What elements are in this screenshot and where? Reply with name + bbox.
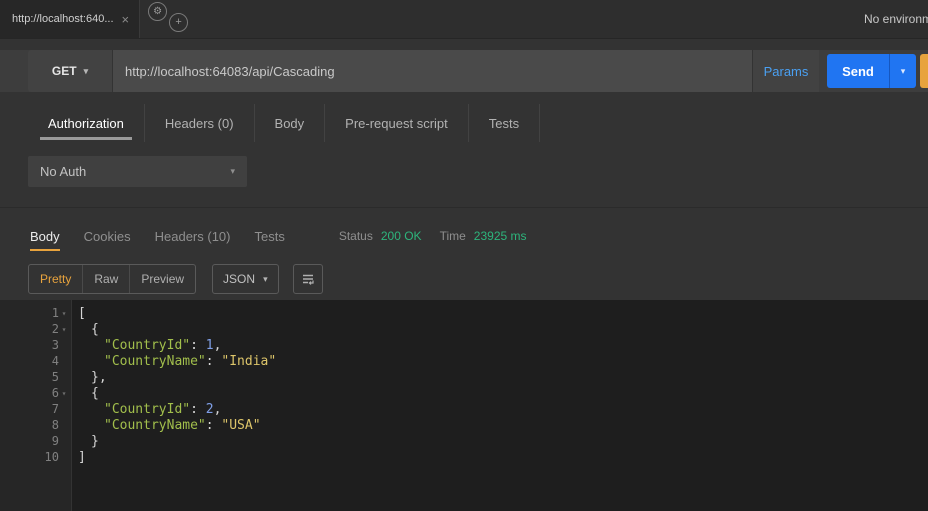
auth-type-dropdown[interactable]: No Auth ▾	[28, 156, 247, 187]
request-bar: GET ▾ Params Send ▾	[0, 50, 928, 92]
code-line: {	[72, 321, 928, 337]
send-button[interactable]: Send	[827, 54, 889, 88]
response-body-viewer: 1▾2▾3456▾78910 [{"CountryId": 1,"Country…	[0, 300, 928, 511]
time-label: Time	[440, 229, 466, 243]
send-button-group: Send ▾	[827, 54, 916, 88]
line-number: 6	[52, 386, 59, 400]
code-line: "CountryName": "India"	[72, 353, 928, 369]
send-options-button[interactable]: ▾	[889, 54, 916, 88]
code-gutter: 1▾2▾3456▾78910	[0, 300, 72, 511]
tab-tests[interactable]: Tests	[469, 104, 540, 142]
close-tab-icon[interactable]: ×	[122, 13, 130, 26]
tab-authorization[interactable]: Authorization	[28, 104, 145, 142]
code-lines: [{"CountryId": 1,"CountryName": "India"}…	[72, 300, 928, 511]
view-mode-raw[interactable]: Raw	[82, 265, 129, 293]
request-tabs: Authorization Headers (0) Body Pre-reque…	[0, 104, 928, 142]
chevron-down-icon: ▾	[901, 66, 906, 77]
status-badge: 200 OK	[381, 229, 422, 243]
line-number: 3	[52, 338, 59, 352]
tab-pre-request-script[interactable]: Pre-request script	[325, 104, 469, 142]
response-tab-tests[interactable]: Tests	[254, 229, 284, 244]
gutter-line: 2▾	[0, 321, 71, 337]
format-dropdown[interactable]: JSON ▾	[212, 264, 279, 294]
chevron-down-icon: ▾	[230, 166, 235, 177]
response-tab-body[interactable]: Body	[30, 229, 60, 244]
fold-toggle-icon[interactable]: ▾	[59, 389, 69, 398]
view-mode-group: Pretty Raw Preview	[28, 264, 196, 294]
tab-headers[interactable]: Headers (0)	[145, 104, 255, 142]
postman-window: http://localhost:640... × ⚙ + No environ…	[0, 0, 928, 511]
line-number: 8	[52, 418, 59, 432]
status-label: Status	[339, 229, 373, 243]
code-line: [	[72, 305, 928, 321]
gutter-line: 7	[0, 401, 71, 417]
gutter-line: 9	[0, 433, 71, 449]
wrap-lines-button[interactable]	[293, 264, 323, 294]
fold-toggle-icon[interactable]: ▾	[59, 309, 69, 318]
top-bar: http://localhost:640... × ⚙ + No environ…	[0, 0, 928, 39]
code-line: "CountryId": 2,	[72, 401, 928, 417]
gutter-line: 6▾	[0, 385, 71, 401]
line-number: 5	[52, 370, 59, 384]
code-line: "CountryName": "USA"	[72, 417, 928, 433]
request-tab-title: http://localhost:640...	[12, 13, 114, 25]
format-value: JSON	[223, 272, 255, 286]
gutter-line: 4	[0, 353, 71, 369]
method-label: GET	[52, 64, 77, 78]
view-mode-preview[interactable]: Preview	[129, 265, 195, 293]
response-status-group: Status 200 OK Time 23925 ms	[339, 229, 527, 243]
url-input[interactable]	[113, 50, 752, 92]
request-tab[interactable]: http://localhost:640... ×	[0, 0, 140, 38]
gutter-line: 8	[0, 417, 71, 433]
save-button-partial[interactable]	[920, 54, 928, 88]
code-line: {	[72, 385, 928, 401]
fold-toggle-icon[interactable]: ▾	[59, 325, 69, 334]
code-line: ]	[72, 449, 928, 465]
view-mode-pretty[interactable]: Pretty	[29, 265, 82, 293]
code-line: }	[72, 433, 928, 449]
response-view-toolbar: Pretty Raw Preview JSON ▾	[28, 263, 323, 295]
code-line: "CountryId": 1,	[72, 337, 928, 353]
gutter-line: 5	[0, 369, 71, 385]
response-tabs: Body Cookies Headers (10) Tests Status 2…	[30, 226, 928, 246]
environment-selector[interactable]: No environm	[864, 12, 928, 26]
code-line: },	[72, 369, 928, 385]
line-number: 7	[52, 402, 59, 416]
new-tab-icon[interactable]: +	[169, 13, 188, 32]
params-button[interactable]: Params	[752, 50, 819, 92]
wrap-lines-icon	[300, 271, 316, 287]
gutter-line: 10	[0, 449, 71, 465]
tab-body[interactable]: Body	[255, 104, 326, 142]
pane-divider	[0, 207, 928, 208]
chevron-down-icon: ▾	[84, 66, 89, 77]
line-number: 2	[52, 322, 59, 336]
line-number: 1	[52, 306, 59, 320]
response-tab-headers[interactable]: Headers (10)	[155, 229, 231, 244]
auth-type-value: No Auth	[40, 164, 86, 179]
method-dropdown[interactable]: GET ▾	[28, 50, 113, 92]
line-number: 4	[52, 354, 59, 368]
chevron-down-icon: ▾	[263, 274, 268, 285]
line-number: 10	[45, 450, 59, 464]
gutter-line: 3	[0, 337, 71, 353]
gutter-line: 1▾	[0, 305, 71, 321]
line-number: 9	[52, 434, 59, 448]
response-tab-cookies[interactable]: Cookies	[84, 229, 131, 244]
time-value: 23925 ms	[474, 229, 527, 243]
settings-gear-icon[interactable]: ⚙	[148, 2, 167, 21]
